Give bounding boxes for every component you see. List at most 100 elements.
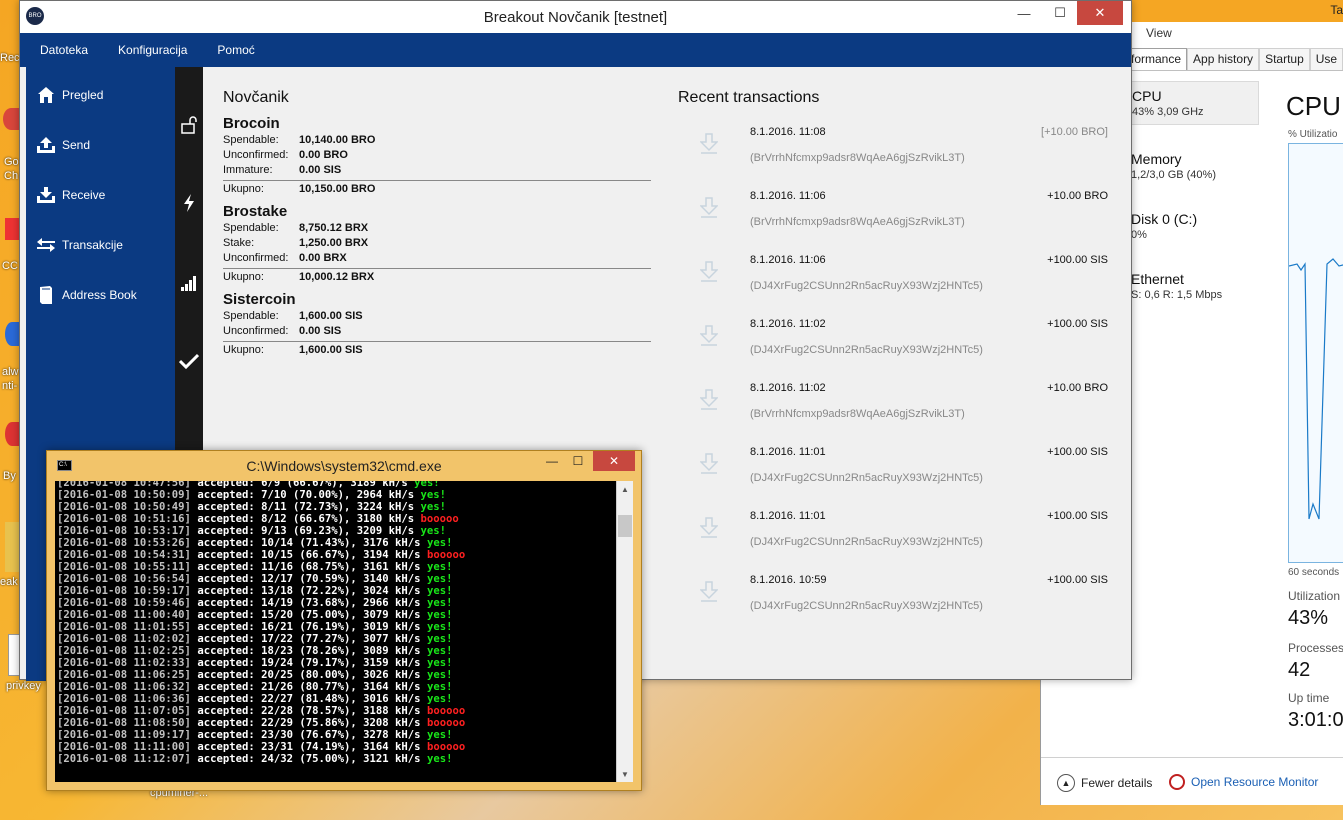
receive-arrow-icon (700, 133, 718, 154)
console-timestamp: [2016-01-08 10:50:49] (57, 501, 191, 513)
console-share-text: accepted: 11/16 (68.75%), 3161 kH/s (190, 561, 427, 573)
desktop-label-eak[interactable]: eak (0, 576, 18, 588)
console-line: [2016-01-08 11:06:25] accepted: 20/25 (8… (57, 669, 617, 681)
scroll-up-icon[interactable]: ▲ (617, 481, 633, 497)
utilization-value: 43% (1288, 607, 1329, 629)
transaction-item[interactable]: 8.1.2016. 11:02 +100.00 SIS (DJ4XrFug2CS… (678, 307, 1108, 371)
receive-arrow-icon (700, 389, 718, 410)
desktop-label-ch[interactable]: Ch (4, 170, 18, 182)
cmd-minimize-button[interactable]: — (539, 451, 565, 471)
transaction-address: (BrVrrhNfcmxp9adsr8WqAeA6gjSzRvikL3T) (750, 408, 965, 420)
processes-value: 42 (1288, 659, 1311, 681)
checkmark-icon[interactable] (179, 351, 199, 371)
console-timestamp: [2016-01-08 10:56:54] (57, 573, 191, 585)
tab-app-history[interactable]: App history (1187, 48, 1260, 70)
perf-item-cpu[interactable]: CPU 43% 3,09 GHz (1127, 81, 1259, 125)
console-line: [2016-01-08 10:53:26] accepted: 10/14 (7… (57, 537, 617, 549)
transaction-item[interactable]: 8.1.2016. 11:06 +10.00 BRO (BrVrrhNfcmxp… (678, 179, 1108, 243)
perf-item-cpu-name: CPU (1132, 88, 1162, 104)
console-timestamp: [2016-01-08 10:53:26] (57, 537, 191, 549)
console-timestamp: [2016-01-08 11:02:33] (57, 657, 191, 669)
console-output[interactable]: [2016-01-08 10:47:56] accepted: 6/9 (66.… (55, 481, 617, 782)
menu-datoteka[interactable]: Datoteka (40, 43, 88, 57)
desktop-label-nti[interactable]: nti- (2, 380, 17, 392)
console-scrollbar[interactable]: ▲ ▼ (616, 481, 633, 782)
desktop-label-by[interactable]: By (3, 470, 16, 482)
lightning-icon[interactable] (179, 193, 199, 213)
console-line: [2016-01-08 11:06:32] accepted: 21/26 (8… (57, 681, 617, 693)
open-resource-monitor-link[interactable]: Open Resource Monitor (1169, 774, 1318, 790)
transaction-amount: +100.00 SIS (1047, 318, 1108, 330)
transaction-item[interactable]: 8.1.2016. 11:06 +100.00 SIS (DJ4XrFug2CS… (678, 243, 1108, 307)
cmd-close-button[interactable]: ✕ (593, 451, 635, 471)
console-line: [2016-01-08 11:02:33] accepted: 19/24 (7… (57, 657, 617, 669)
malwarebytes-desktop-icon[interactable] (5, 322, 19, 346)
transaction-address: (DJ4XrFug2CSUnn2Rn5acRuyX93Wzj2HNTc5) (750, 344, 983, 356)
recent-transactions-title: Recent transactions (678, 89, 820, 106)
console-line: [2016-01-08 10:59:17] accepted: 13/18 (7… (57, 585, 617, 597)
transaction-address: (DJ4XrFug2CSUnn2Rn5acRuyX93Wzj2HNTc5) (750, 472, 983, 484)
console-timestamp: [2016-01-08 10:59:46] (57, 597, 191, 609)
resource-monitor-icon (1169, 774, 1185, 790)
graph-seconds-label: 60 seconds (1288, 567, 1340, 578)
balance-value: 0.00 BRO (299, 148, 348, 161)
desktop-label-go[interactable]: Go (4, 156, 19, 168)
tab-startup[interactable]: Startup (1259, 48, 1310, 70)
scroll-thumb[interactable] (618, 515, 632, 537)
cpu-graph (1288, 143, 1343, 563)
coin-name-sistercoin: Sistercoin (223, 291, 296, 308)
byte-desktop-icon[interactable] (5, 422, 19, 446)
console-line: [2016-01-08 10:55:11] accepted: 11/16 (6… (57, 561, 617, 573)
scroll-down-icon[interactable]: ▼ (617, 766, 633, 782)
nav-receive[interactable]: Receive (26, 175, 175, 215)
cmd-maximize-button[interactable]: ☐ (565, 451, 591, 471)
console-result: yes! (420, 525, 447, 537)
desktop-label-cc[interactable]: CC (2, 260, 18, 272)
perf-item-memory[interactable]: Memory 1,2/3,0 GB (40%) (1131, 151, 1259, 181)
coin-row: Unconfirmed: 0.00 BRO (223, 147, 651, 162)
perf-item-disk-sub: 0% (1131, 229, 1147, 241)
console-timestamp: [2016-01-08 11:01:55] (57, 621, 191, 633)
console-line: [2016-01-08 11:08:50] accepted: 22/29 (7… (57, 717, 617, 729)
console-share-text: accepted: 10/14 (71.43%), 3176 kH/s (190, 537, 427, 549)
open-resource-monitor-label: Open Resource Monitor (1191, 775, 1319, 789)
console-line: [2016-01-08 11:00:40] accepted: 15/20 (7… (57, 609, 617, 621)
minimize-button[interactable]: — (1009, 1, 1039, 25)
unlocked-icon[interactable] (179, 115, 199, 135)
menu-konfiguracija[interactable]: Konfiguracija (118, 43, 187, 57)
desktop-label-privkey[interactable]: privkey (6, 680, 41, 692)
perf-item-disk[interactable]: Disk 0 (C:) 0% (1131, 211, 1259, 241)
balance-section-title: Novčanik (223, 89, 289, 106)
transaction-item[interactable]: 8.1.2016. 11:01 +100.00 SIS (DJ4XrFug2CS… (678, 435, 1108, 499)
transaction-item[interactable]: 8.1.2016. 11:08 [+10.00 BRO] (BrVrrhNfcm… (678, 115, 1108, 179)
console-result: booooo (426, 717, 466, 729)
console-result: booooo (420, 513, 459, 525)
wallet-titlebar[interactable]: BRO Breakout Novčanik [testnet] — ☐ ✕ (20, 1, 1131, 33)
ccleaner-desktop-icon[interactable] (5, 218, 19, 240)
receive-icon (36, 185, 56, 205)
console-share-text: accepted: 12/17 (70.59%), 3140 kH/s (190, 573, 427, 585)
tab-users[interactable]: Use (1309, 48, 1343, 70)
maximize-button[interactable]: ☐ (1045, 1, 1075, 25)
menu-pomoc[interactable]: Pomoć (217, 43, 254, 57)
transaction-item[interactable]: 8.1.2016. 11:02 +10.00 BRO (BrVrrhNfcmxp… (678, 371, 1108, 435)
nav-address-book[interactable]: Address Book (26, 275, 175, 315)
nav-transakcije[interactable]: Transakcije (26, 225, 175, 265)
total-label: Ukupno: (223, 183, 264, 195)
folder-desktop-icon[interactable] (5, 522, 19, 572)
perf-item-ethernet[interactable]: Ethernet S: 0,6 R: 1,5 Mbps (1131, 271, 1259, 301)
transaction-item[interactable]: 8.1.2016. 10:59 +100.00 SIS (DJ4XrFug2CS… (678, 563, 1108, 627)
menu-view[interactable]: View (1146, 26, 1172, 40)
cmd-titlebar[interactable]: C:\ C:\Windows\system32\cmd.exe — ☐ ✕ (47, 451, 641, 479)
close-button[interactable]: ✕ (1077, 1, 1123, 25)
console-share-text: accepted: 13/18 (72.22%), 3024 kH/s (190, 585, 427, 597)
nav-pregled[interactable]: Pregled (26, 75, 175, 115)
console-line: [2016-01-08 11:02:25] accepted: 18/23 (7… (57, 645, 617, 657)
transaction-date: 8.1.2016. 11:01 (750, 446, 826, 458)
transaction-item[interactable]: 8.1.2016. 11:01 +100.00 SIS (DJ4XrFug2CS… (678, 499, 1108, 563)
signal-bars-icon[interactable] (179, 273, 199, 293)
nav-send[interactable]: Send (26, 125, 175, 165)
desktop-label-alw[interactable]: alw (2, 366, 19, 378)
fewer-details-button[interactable]: ▲ Fewer details (1057, 774, 1152, 792)
chrome-desktop-icon[interactable] (3, 108, 19, 130)
